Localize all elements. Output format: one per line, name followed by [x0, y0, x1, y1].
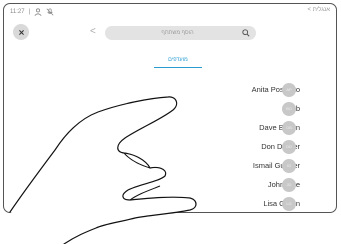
- status-time: 11:27: [10, 9, 25, 15]
- contact-item[interactable]: Lisa Green LG: [154, 194, 336, 212]
- status-bar: 11:27 |: [10, 7, 54, 17]
- contact-item[interactable]: Don Draper DD: [154, 137, 336, 156]
- person-icon[interactable]: [34, 8, 42, 16]
- contact-item[interactable]: Dave Brown DB: [154, 118, 336, 137]
- touch-panel-screen: 11:27 | < אנגלית < מועדפים Anita Poscott…: [3, 3, 337, 213]
- status-separator: |: [28, 9, 31, 15]
- language-link[interactable]: < אנגלית: [308, 7, 330, 13]
- search-input[interactable]: [113, 30, 242, 36]
- avatar: LG: [282, 196, 296, 211]
- search-bar[interactable]: [105, 26, 256, 40]
- contact-item[interactable]: Anita Poscotto AP: [154, 80, 336, 99]
- close-icon: [18, 29, 24, 35]
- contact-list[interactable]: Anita Poscotto AP Bob BO Dave Brown DB D…: [154, 80, 336, 212]
- back-button[interactable]: <: [90, 27, 96, 37]
- microphone-muted-icon[interactable]: [46, 8, 54, 16]
- avatar: IG: [282, 158, 296, 173]
- tab-favorites[interactable]: מועדפים: [154, 57, 202, 68]
- contact-item[interactable]: Ismail Gulliver IG: [154, 156, 336, 175]
- avatar: DD: [282, 139, 296, 154]
- avatar: JD: [282, 177, 296, 192]
- avatar: AP: [282, 82, 296, 97]
- contact-item[interactable]: Bob BO: [154, 99, 336, 118]
- search-icon[interactable]: [242, 29, 250, 37]
- avatar: BO: [282, 101, 296, 116]
- avatar: DB: [282, 120, 296, 135]
- contact-item[interactable]: John Doe JD: [154, 175, 336, 194]
- close-button[interactable]: [13, 24, 29, 40]
